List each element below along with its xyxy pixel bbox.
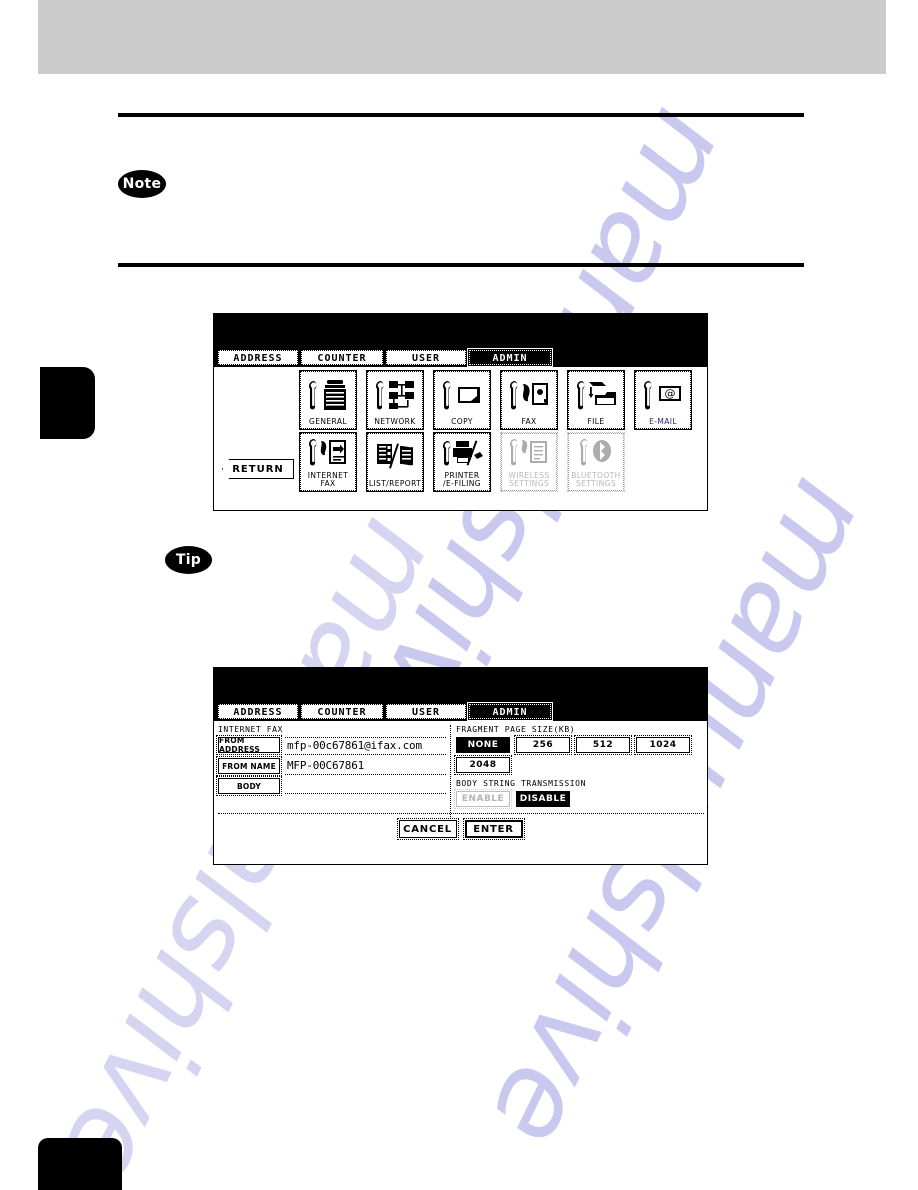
wrench-copy-icon xyxy=(435,372,489,418)
tab-admin[interactable]: ADMIN xyxy=(467,702,553,721)
admin-button-list-report[interactable]: LIST/REPORT xyxy=(366,432,424,492)
body-string-transmission-label: BODY STRING TRANSMISSION xyxy=(456,779,586,788)
tab-address[interactable]: ADDRESS xyxy=(216,348,300,367)
wrench-email-icon: @ xyxy=(636,372,690,418)
admin-button-email[interactable]: @ E-MAIL xyxy=(634,370,692,430)
ifax-tab-bar: ADDRESS COUNTER USER ADMIN xyxy=(214,702,707,721)
body-row: BODY xyxy=(216,776,446,796)
admin-button-bluetooth-settings: BLUETOOTH SETTINGS xyxy=(567,432,625,492)
admin-button-wireless-settings: WIRELESS SETTINGS xyxy=(500,432,558,492)
note-callout-label: Note xyxy=(122,176,162,192)
admin-menu-body: RETURN GENERAL NETWORK COPY FAX FILE @ E… xyxy=(214,367,707,492)
page-number-block xyxy=(38,1138,122,1190)
from-address-button[interactable]: FROM ADDRESS xyxy=(216,735,282,755)
fragment-option-512[interactable]: 512 xyxy=(574,735,632,755)
fragment-option-none[interactable]: NONE xyxy=(454,735,512,755)
note-callout: Note xyxy=(118,170,166,198)
ifax-status-bar xyxy=(214,668,707,704)
tab-user[interactable]: USER xyxy=(384,348,468,367)
internet-fax-section-label: INTERNET FAX xyxy=(218,725,283,734)
admin-button-wireless-settings-label: WIRELESS SETTINGS xyxy=(508,471,550,488)
admin-button-copy[interactable]: COPY xyxy=(433,370,491,430)
admin-button-fax[interactable]: FAX xyxy=(500,370,558,430)
fragment-option-2048[interactable]: 2048 xyxy=(454,755,512,775)
wrench-fax-icon xyxy=(502,372,556,418)
section-rule-top xyxy=(118,113,804,117)
admin-button-fax-label: FAX xyxy=(521,417,537,426)
admin-button-network-label: NETWORK xyxy=(374,417,416,426)
svg-text:@: @ xyxy=(665,387,676,400)
chapter-tab-marker xyxy=(40,367,95,439)
admin-button-list-report-label: LIST/REPORT xyxy=(368,479,422,488)
admin-menu-status-bar xyxy=(214,314,707,350)
wrench-wireless-icon xyxy=(502,434,556,472)
from-name-button[interactable]: FROM NAME xyxy=(216,756,282,776)
wrench-printer-icon xyxy=(301,372,355,418)
admin-button-general[interactable]: GENERAL xyxy=(299,370,357,430)
from-address-row: FROM ADDRESS mfp-00c67861@ifax.com xyxy=(216,735,446,755)
enter-button[interactable]: ENTER xyxy=(462,818,525,840)
wrench-file-icon xyxy=(569,372,623,418)
admin-button-network[interactable]: NETWORK xyxy=(366,370,424,430)
admin-button-internet-fax[interactable]: INTERNET FAX xyxy=(299,432,357,492)
ifax-action-divider xyxy=(218,813,704,814)
return-button-label: RETURN xyxy=(232,463,284,475)
from-name-value[interactable]: MFP-00C67861 xyxy=(285,758,446,775)
ifax-left-column: INTERNET FAX FROM ADDRESS mfp-00c67861@i… xyxy=(216,725,446,797)
list-report-icon xyxy=(368,434,422,480)
tip-callout: Tip xyxy=(165,546,212,574)
from-name-row: FROM NAME MFP-00C67861 xyxy=(216,756,446,776)
section-rule-bottom xyxy=(118,263,804,267)
ifax-right-column: FRAGMENT PAGE SIZE(KB) NONE 256 512 1024… xyxy=(454,725,702,811)
admin-button-file-label: FILE xyxy=(587,417,605,426)
admin-menu-row-2: INTERNET FAX LIST/REPORT PRINTER /E-FILI… xyxy=(299,432,625,492)
return-button[interactable]: RETURN xyxy=(222,459,294,479)
internet-fax-settings-panel: ADDRESS COUNTER USER ADMIN INTERNET FAX … xyxy=(213,667,708,865)
body-button[interactable]: BODY xyxy=(216,776,282,796)
fragment-page-size-row-2: 2048 xyxy=(454,755,702,775)
tab-counter[interactable]: COUNTER xyxy=(299,348,385,367)
admin-menu-row-1: GENERAL NETWORK COPY FAX FILE @ E-MAIL xyxy=(299,370,692,430)
ifax-column-divider xyxy=(450,725,451,833)
wrench-network-icon xyxy=(368,372,422,418)
admin-menu-panel: ADDRESS COUNTER USER ADMIN RETURN GENERA… xyxy=(213,313,708,511)
fragment-option-1024[interactable]: 1024 xyxy=(634,735,692,755)
admin-button-internet-fax-label: INTERNET FAX xyxy=(307,471,349,488)
page-header-band xyxy=(38,0,886,74)
tab-address[interactable]: ADDRESS xyxy=(216,702,300,721)
tab-admin[interactable]: ADMIN xyxy=(467,348,553,367)
wrench-internetfax-icon xyxy=(301,434,355,472)
body-string-option-enable: ENABLE xyxy=(454,789,512,809)
tab-user[interactable]: USER xyxy=(384,702,468,721)
wrench-printer-efile-icon xyxy=(435,434,489,472)
admin-button-bluetooth-settings-label: BLUETOOTH SETTINGS xyxy=(571,471,621,488)
fragment-page-size-row-1: NONE 256 512 1024 xyxy=(454,735,702,755)
ifax-body: INTERNET FAX FROM ADDRESS mfp-00c67861@i… xyxy=(214,721,707,846)
ifax-action-row: CANCEL ENTER xyxy=(214,818,707,840)
tip-callout-label: Tip xyxy=(175,552,202,568)
fragment-page-size-label: FRAGMENT PAGE SIZE(KB) xyxy=(456,725,576,734)
wrench-bluetooth-icon xyxy=(569,434,623,472)
admin-button-general-label: GENERAL xyxy=(309,417,347,426)
cancel-button[interactable]: CANCEL xyxy=(396,818,459,840)
admin-button-printer-efiling[interactable]: PRINTER /E-FILING xyxy=(433,432,491,492)
body-value[interactable] xyxy=(285,778,446,794)
admin-button-email-label: E-MAIL xyxy=(649,417,677,426)
fragment-option-256[interactable]: 256 xyxy=(514,735,572,755)
admin-menu-tab-bar: ADDRESS COUNTER USER ADMIN xyxy=(214,348,707,367)
admin-button-printer-efiling-label: PRINTER /E-FILING xyxy=(443,471,481,488)
admin-button-copy-label: COPY xyxy=(451,417,473,426)
body-string-option-disable[interactable]: DISABLE xyxy=(514,789,572,809)
from-address-value[interactable]: mfp-00c67861@ifax.com xyxy=(285,737,446,755)
tab-counter[interactable]: COUNTER xyxy=(299,702,385,721)
body-string-transmission-row: ENABLE DISABLE xyxy=(454,789,702,809)
admin-button-file[interactable]: FILE xyxy=(567,370,625,430)
